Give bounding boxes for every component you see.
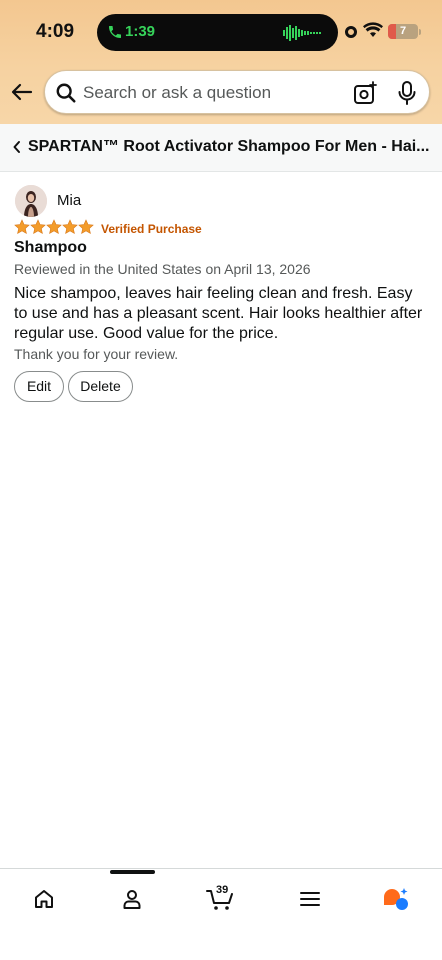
star-icon (14, 219, 30, 234)
star-icon (46, 219, 62, 234)
star-icon (30, 219, 46, 234)
reviewer-name: Mia (57, 192, 82, 209)
reviewer-photo (15, 185, 47, 217)
battery-indicator: 7 (388, 24, 418, 39)
home-icon[interactable] (32, 887, 56, 911)
star-icon (62, 219, 78, 234)
audio-wave-icon (283, 25, 321, 41)
recording-indicator-icon (345, 26, 357, 38)
verified-purchase-badge: Verified Purchase (101, 222, 202, 236)
review-date: Reviewed in the United States on April 1… (14, 261, 311, 277)
search-input[interactable] (83, 82, 333, 104)
camera-lens-icon[interactable] (353, 81, 377, 105)
chevron-left-icon[interactable] (12, 140, 22, 154)
search-icon (56, 83, 76, 103)
avatar (15, 185, 47, 217)
back-arrow-icon[interactable] (10, 80, 34, 104)
product-title-link[interactable]: SPARTAN™ Root Activator Shampoo For Men … (28, 138, 432, 156)
microphone-icon[interactable] (397, 81, 417, 105)
rufus-assistant-icon[interactable] (382, 887, 410, 911)
battery-level: 7 (399, 25, 407, 37)
menu-icon[interactable] (298, 887, 322, 911)
review-body: Nice shampoo, leaves hair feeling clean … (14, 285, 423, 342)
review-title: Shampoo (14, 239, 87, 256)
battery-fill (388, 24, 396, 39)
cart-count-badge: 39 (216, 884, 229, 896)
edit-button[interactable]: Edit (14, 371, 64, 402)
star-icon (78, 219, 94, 234)
active-tab-indicator (110, 870, 155, 874)
account-icon[interactable] (120, 887, 144, 911)
rating-stars (14, 219, 94, 234)
delete-button[interactable]: Delete (68, 371, 133, 402)
call-duration: 1:39 (125, 23, 156, 40)
thank-you-note: Thank you for your review. (14, 346, 179, 362)
search-bar[interactable] (44, 70, 430, 114)
phone-icon (109, 26, 121, 38)
dynamic-island[interactable]: 1:39 (97, 14, 338, 51)
status-time: 4:09 (36, 21, 75, 42)
wifi-icon (363, 22, 383, 37)
bottom-nav (0, 868, 442, 960)
